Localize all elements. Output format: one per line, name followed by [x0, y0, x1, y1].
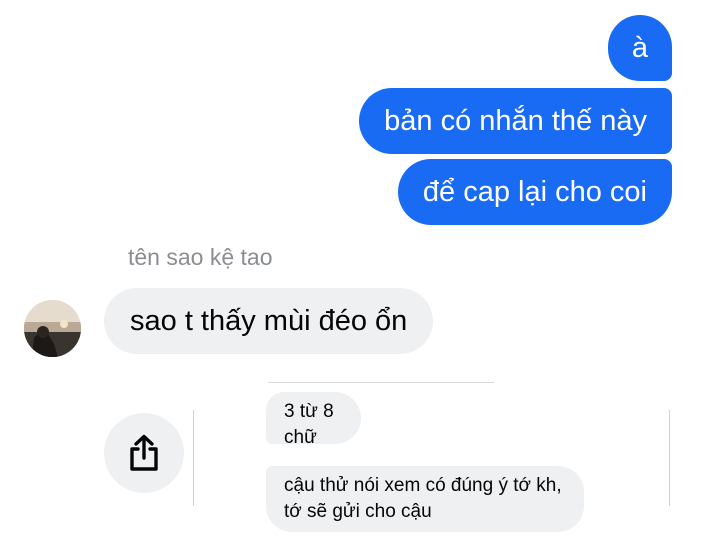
- message-text: à: [631, 32, 649, 64]
- share-icon: [130, 434, 158, 471]
- quote-divider-left: [193, 410, 194, 506]
- avatar[interactable]: [24, 300, 81, 357]
- message-text: để cap lại cho coi: [422, 176, 647, 208]
- outgoing-message[interactable]: bản có nhắn thế này: [359, 88, 672, 154]
- quote-divider-right: [669, 410, 670, 506]
- message-text: bản có nhắn thế này: [384, 105, 647, 137]
- share-button[interactable]: [104, 413, 184, 493]
- avatar-photo: [24, 300, 81, 357]
- quoted-message[interactable]: 3 từ 8 chữ: [266, 392, 361, 448]
- message-text: sao t thấy mùi đéo ổn: [130, 304, 408, 337]
- message-text: cậu thử nói xem có đúng ý tớ kh, tớ sẽ g…: [284, 475, 562, 522]
- incoming-message[interactable]: sao t thấy mùi đéo ổn: [104, 288, 434, 354]
- outgoing-message[interactable]: để cap lại cho coi: [397, 159, 672, 225]
- outgoing-message[interactable]: à: [608, 15, 672, 81]
- message-text: 3 từ 8 chữ: [284, 401, 334, 448]
- sender-name: tên sao kệ tao: [128, 244, 273, 270]
- quote-divider-top: [268, 382, 494, 383]
- quoted-message[interactable]: cậu thử nói xem có đúng ý tớ kh, tớ sẽ g…: [266, 466, 584, 532]
